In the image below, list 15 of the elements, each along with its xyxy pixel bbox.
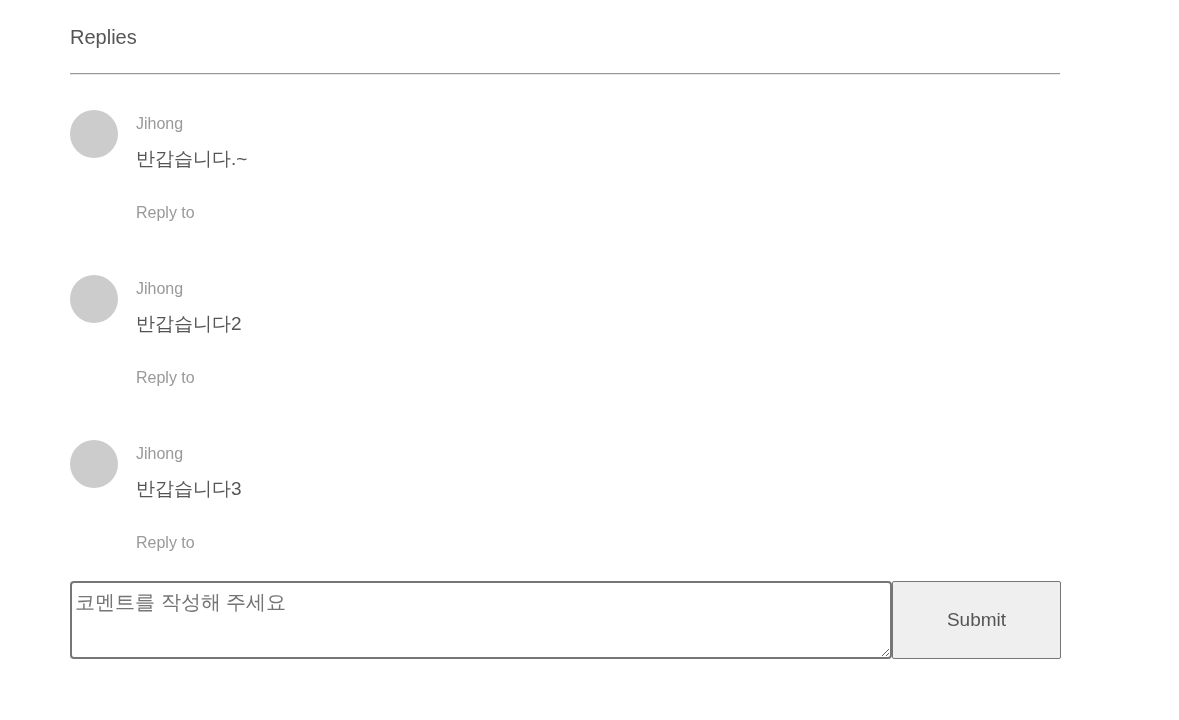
submit-button[interactable]: Submit bbox=[892, 581, 1061, 659]
avatar-icon bbox=[70, 110, 118, 158]
reply-link[interactable]: Reply to bbox=[136, 533, 195, 553]
comment-field[interactable]: 코멘트를 작성해 주세요 bbox=[70, 581, 892, 659]
comment-text: 반갑습니다3 bbox=[136, 477, 242, 501]
author-name: Jihong bbox=[136, 444, 184, 464]
avatar-icon bbox=[70, 440, 118, 488]
author-name: Jihong bbox=[136, 279, 184, 299]
comment-text: 반갑습니다2 bbox=[136, 312, 242, 336]
reply-link[interactable]: Reply to bbox=[136, 368, 195, 388]
section-title: Replies bbox=[70, 25, 137, 49]
comment-text: 반갑습니다.~ bbox=[136, 147, 248, 171]
avatar-icon bbox=[70, 275, 118, 323]
reply-link[interactable]: Reply to bbox=[136, 203, 195, 223]
author-name: Jihong bbox=[136, 114, 184, 134]
